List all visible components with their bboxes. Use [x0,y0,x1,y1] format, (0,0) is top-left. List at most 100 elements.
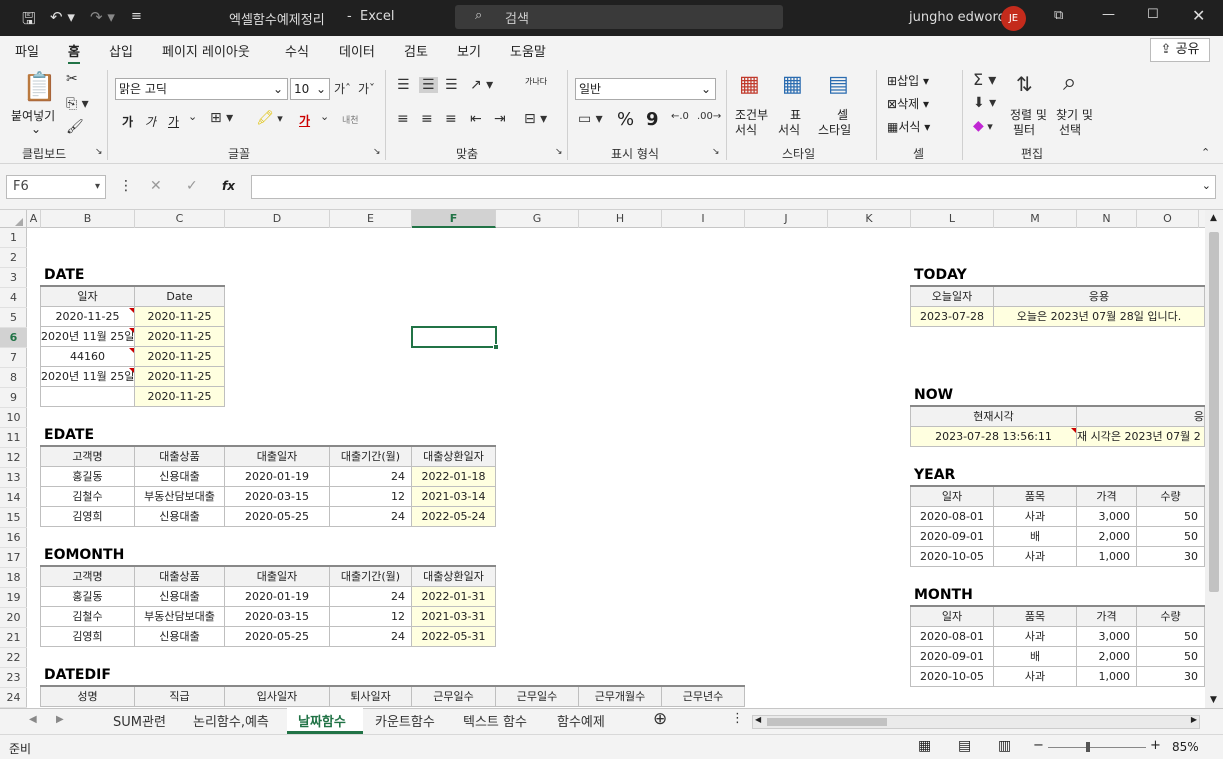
table-cell[interactable]: 신용대출 [135,627,225,647]
tab-data[interactable]: 데이터 [339,41,375,60]
table-cell[interactable]: 50 [1137,647,1205,667]
table-cell[interactable]: 2022-01-31 [412,587,496,607]
table-cell[interactable]: 50 [1137,527,1205,547]
zoom-out-button[interactable]: − [1033,738,1044,753]
align-bottom-icon[interactable]: ☰ [445,77,458,93]
table-cell[interactable]: 24 [330,467,412,487]
zoom-slider-thumb[interactable] [1086,742,1090,752]
table-header[interactable]: 대출일자 [225,567,330,587]
table-cell[interactable]: 24 [330,507,412,527]
row-header[interactable]: 11 [0,428,27,448]
row-header[interactable]: 7 [0,348,27,368]
tab-formulas[interactable]: 수식 [285,41,309,60]
table-cell[interactable]: 1,000 [1077,667,1137,687]
table-header[interactable]: 근무일수 [412,687,496,707]
add-sheet-icon[interactable]: ⊕ [653,709,667,729]
row-header[interactable]: 20 [0,608,27,628]
fill-color-icon[interactable]: 🖍 ▾ [256,110,283,126]
bold-button[interactable]: 가 [122,113,133,130]
scroll-down-icon[interactable]: ▼ [1210,695,1217,705]
column-header-a[interactable]: A [27,210,41,228]
tab-page-layout[interactable]: 페이지 레이아웃 [162,41,250,60]
customize-qat-icon[interactable]: ≡ [131,9,142,24]
row-header[interactable]: 6 [0,328,27,348]
table-header[interactable]: 대출일자 [225,447,330,467]
table-cell[interactable]: 50 [1137,627,1205,647]
tab-view[interactable]: 보기 [457,41,481,60]
table-cell[interactable]: 2022-01-18 [412,467,496,487]
cancel-icon[interactable]: ✕ [150,178,162,194]
user-name[interactable]: jungho edword [909,10,1006,25]
table-cell[interactable]: 2021-03-14 [412,487,496,507]
table-header[interactable]: 근무개월수 [579,687,662,707]
table-cell[interactable]: 배 [994,527,1077,547]
row-header[interactable]: 21 [0,628,27,648]
table-cell[interactable]: 2020년 11월 25일 [40,367,135,387]
table-cell[interactable]: 2020-01-19 [225,587,330,607]
zoom-level[interactable]: 85% [1172,740,1199,754]
worksheet-grid[interactable]: DATE 일자 Date 2020-11-25 2020-11-25 2020년… [27,228,1205,708]
vertical-scroll-thumb[interactable] [1209,232,1219,592]
table-header[interactable]: 직급 [135,687,225,707]
table-cell[interactable]: 부동산담보대출 [135,487,225,507]
prev-sheet-icon[interactable]: ◀ [29,714,37,725]
row-header[interactable]: 9 [0,388,27,408]
table-header[interactable]: 오늘일자 [910,287,994,307]
column-header-e[interactable]: E [330,210,412,228]
table-cell[interactable]: 신용대출 [135,467,225,487]
column-header-g[interactable]: G [496,210,579,228]
share-button[interactable]: ⇪ 공유 [1150,38,1210,62]
table-cell[interactable]: 2020-08-01 [910,507,994,527]
active-cell-f6[interactable] [411,326,499,350]
column-header-l[interactable]: L [911,210,994,228]
table-cell[interactable]: 2020-11-25 [135,367,225,387]
table-cell[interactable]: 2023-07-28 [910,307,994,327]
table-header[interactable]: 대출기간(월) [330,447,412,467]
format-cells-button[interactable]: ▦서식 ▾ [887,118,930,135]
orientation-icon[interactable]: ↗ ▾ [470,77,493,93]
table-cell[interactable]: 2020-05-25 [225,507,330,527]
table-cell[interactable]: 신용대출 [135,507,225,527]
underline-dropdown-icon[interactable]: ⌄ [188,110,197,123]
sheet-tab-count[interactable]: 카운트함수 [375,711,435,730]
table-header[interactable]: 근무일수 [496,687,579,707]
align-right-icon[interactable]: ≡ [445,111,457,127]
table-cell[interactable]: 김영희 [40,627,135,647]
table-cell[interactable]: 2020-11-25 [135,327,225,347]
phonetic-button[interactable]: 내천 [342,113,359,126]
table-header[interactable]: 일자 [910,607,994,627]
table-cell[interactable]: 12 [330,607,412,627]
table-cell[interactable]: 2022-05-31 [412,627,496,647]
table-cell[interactable]: 사과 [994,547,1077,567]
paste-dropdown-icon[interactable]: ⌄ [31,122,41,136]
expand-formula-icon[interactable]: ⌄ [1202,179,1211,192]
table-header[interactable]: 입사일자 [225,687,330,707]
column-header-d[interactable]: D [225,210,330,228]
table-header[interactable]: Date [135,287,225,307]
table-cell[interactable]: 2020-10-05 [910,667,994,687]
row-header[interactable]: 12 [0,448,27,468]
table-header[interactable]: 품목 [994,487,1077,507]
table-cell[interactable]: 오늘은 2023년 07월 28일 입니다. [994,307,1205,327]
page-layout-view-icon[interactable]: ▤ [958,738,971,754]
normal-view-icon[interactable]: ▦ [918,738,931,754]
italic-button[interactable]: 가 [145,113,156,130]
name-box[interactable]: F6 ▾ [6,175,106,199]
ribbon-display-icon[interactable]: ⧉ [1054,8,1063,23]
table-cell[interactable]: 50 [1137,507,1205,527]
table-cell[interactable]: 2020-03-15 [225,607,330,627]
table-header[interactable]: 응 [1077,407,1205,427]
save-icon[interactable]: 🖫 [22,8,36,35]
undo-icon[interactable]: ↶ ▾ [50,8,75,26]
table-cell[interactable]: 2020-09-01 [910,527,994,547]
table-cell[interactable]: 홍길동 [40,467,135,487]
table-header[interactable]: 대출상환일자 [412,567,496,587]
table-header[interactable]: 일자 [40,287,135,307]
sheet-tab-examples[interactable]: 함수예제 [557,711,605,730]
align-left-icon[interactable]: ≡ [397,111,409,127]
table-header[interactable]: 응용 [994,287,1205,307]
table-cell[interactable]: 2020-11-25 [135,347,225,367]
column-header-j[interactable]: J [745,210,828,228]
align-top-icon[interactable]: ☰ [397,77,410,93]
row-header[interactable]: 19 [0,588,27,608]
